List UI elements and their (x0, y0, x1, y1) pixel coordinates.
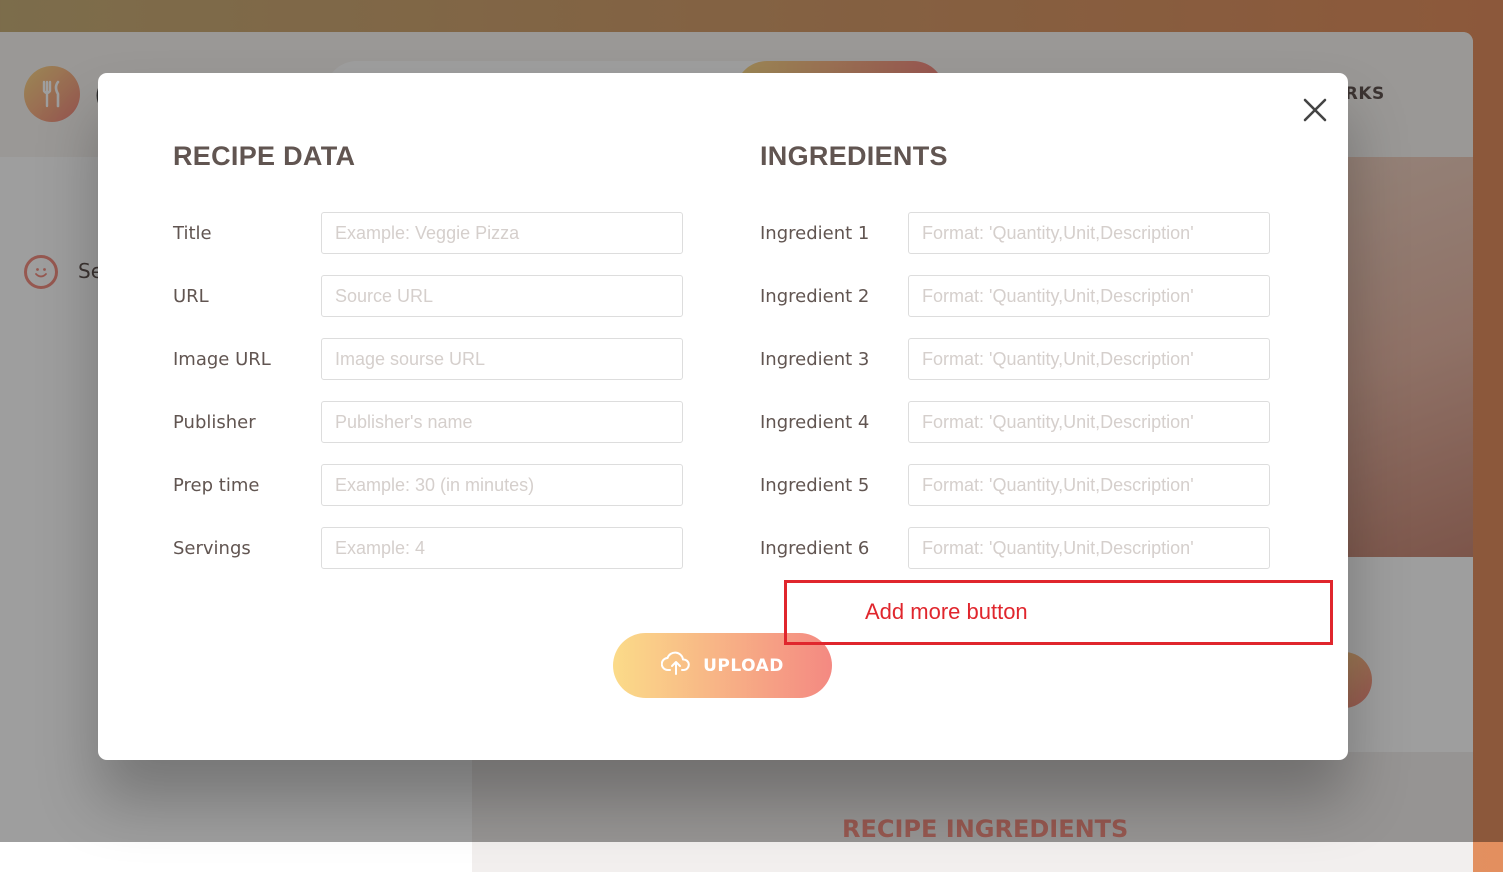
recipe-field-row: Publisher (173, 401, 683, 445)
recipe-field-input[interactable] (321, 527, 683, 569)
annotation-box: Add more button (784, 580, 1333, 645)
ingredient-field-label: Ingredient 1 (760, 223, 870, 244)
ingredient-field-row: Ingredient 2 (760, 275, 1270, 319)
recipe-field-input[interactable] (321, 338, 683, 380)
ingredient-field-row: Ingredient 6 (760, 527, 1270, 571)
recipe-field-input[interactable] (321, 464, 683, 506)
ingredient-field-input[interactable] (908, 401, 1270, 443)
ingredient-field-row: Ingredient 5 (760, 464, 1270, 508)
ingredient-field-input[interactable] (908, 527, 1270, 569)
recipe-field-row: Image URL (173, 338, 683, 382)
recipe-field-input[interactable] (321, 401, 683, 443)
recipe-field-row: URL (173, 275, 683, 319)
ingredient-field-label: Ingredient 3 (760, 349, 870, 370)
recipe-field-label: Image URL (173, 349, 271, 370)
recipe-field-label: Publisher (173, 412, 256, 433)
recipe-field-row: Prep time (173, 464, 683, 508)
recipe-field-row: Title (173, 212, 683, 256)
upload-button-label: UPLOAD (703, 655, 784, 676)
ingredient-field-label: Ingredient 5 (760, 475, 870, 496)
recipe-data-heading: RECIPE DATA (173, 141, 356, 171)
annotation-text: Add more button (865, 599, 1028, 624)
close-icon[interactable] (1297, 92, 1333, 128)
ingredient-field-row: Ingredient 1 (760, 212, 1270, 256)
ingredient-field-row: Ingredient 4 (760, 401, 1270, 445)
upload-recipe-modal: RECIPE DATA INGREDIENTS Title URL Image UR… (98, 73, 1348, 760)
ingredient-field-label: Ingredient 2 (760, 286, 870, 307)
recipe-field-label: URL (173, 286, 209, 307)
ingredient-field-input[interactable] (908, 464, 1270, 506)
ingredients-heading: INGREDIENTS (760, 141, 948, 171)
cloud-upload-icon (660, 650, 691, 681)
recipe-field-label: Prep time (173, 475, 260, 496)
recipe-field-row: Servings (173, 527, 683, 571)
recipe-field-label: Title (173, 223, 212, 244)
ingredient-field-input[interactable] (908, 275, 1270, 317)
ingredient-field-input[interactable] (908, 212, 1270, 254)
ingredient-field-row: Ingredient 3 (760, 338, 1270, 382)
ingredient-field-label: Ingredient 4 (760, 412, 870, 433)
recipe-field-input[interactable] (321, 212, 683, 254)
ingredient-field-label: Ingredient 6 (760, 538, 870, 559)
recipe-field-label: Servings (173, 538, 251, 559)
ingredient-field-input[interactable] (908, 338, 1270, 380)
recipe-field-input[interactable] (321, 275, 683, 317)
